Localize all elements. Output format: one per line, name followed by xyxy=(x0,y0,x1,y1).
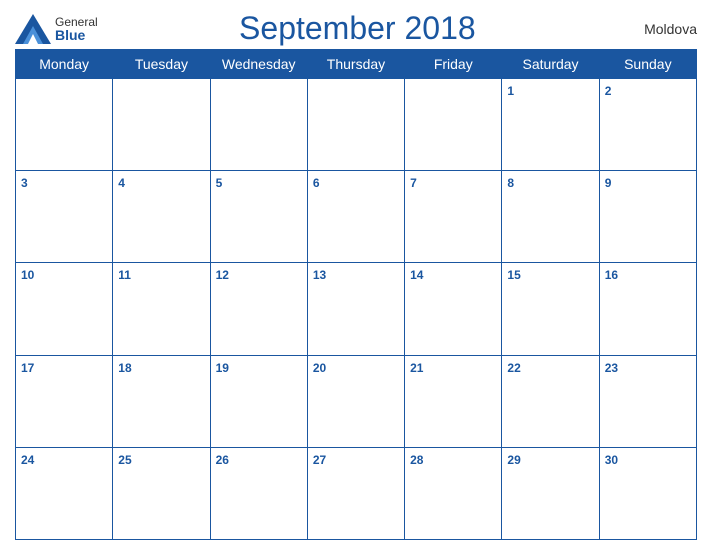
day-number: 7 xyxy=(410,176,417,190)
calendar-day-21: 21 xyxy=(405,355,502,447)
calendar-week-row: 10 11 12 13 14 15 16 xyxy=(16,263,697,355)
weekday-header-wednesday: Wednesday xyxy=(210,50,307,79)
calendar-week-row: 24 25 26 27 28 29 30 xyxy=(16,447,697,539)
calendar-day-9: 9 xyxy=(599,171,696,263)
day-number: 3 xyxy=(21,176,28,190)
day-number: 22 xyxy=(507,361,520,375)
calendar-day-30: 30 xyxy=(599,447,696,539)
day-number: 19 xyxy=(216,361,229,375)
day-number: 6 xyxy=(313,176,320,190)
weekday-header-saturday: Saturday xyxy=(502,50,599,79)
calendar-empty-cell xyxy=(405,79,502,171)
calendar-day-13: 13 xyxy=(307,263,404,355)
calendar-day-25: 25 xyxy=(113,447,210,539)
calendar-day-24: 24 xyxy=(16,447,113,539)
day-number: 8 xyxy=(507,176,514,190)
day-number: 24 xyxy=(21,453,34,467)
logo-general-label: General xyxy=(55,16,98,28)
weekday-header-monday: Monday xyxy=(16,50,113,79)
weekday-header-thursday: Thursday xyxy=(307,50,404,79)
calendar-week-row: 17 18 19 20 21 22 23 xyxy=(16,355,697,447)
day-number: 29 xyxy=(507,453,520,467)
calendar-week-row: 3 4 5 6 7 8 9 xyxy=(16,171,697,263)
day-number: 25 xyxy=(118,453,131,467)
weekday-header-tuesday: Tuesday xyxy=(113,50,210,79)
day-number: 12 xyxy=(216,268,229,282)
day-number: 28 xyxy=(410,453,423,467)
day-number: 16 xyxy=(605,268,618,282)
calendar-day-5: 5 xyxy=(210,171,307,263)
calendar-day-15: 15 xyxy=(502,263,599,355)
calendar-day-27: 27 xyxy=(307,447,404,539)
day-number: 10 xyxy=(21,268,34,282)
weekday-header-friday: Friday xyxy=(405,50,502,79)
generalblue-icon xyxy=(15,14,51,44)
calendar-day-29: 29 xyxy=(502,447,599,539)
country-label: Moldova xyxy=(617,21,697,37)
logo-blue-label: Blue xyxy=(55,28,98,42)
calendar-day-2: 2 xyxy=(599,79,696,171)
calendar-week-row: 12 xyxy=(16,79,697,171)
calendar-day-23: 23 xyxy=(599,355,696,447)
calendar-empty-cell xyxy=(210,79,307,171)
calendar-day-20: 20 xyxy=(307,355,404,447)
calendar-day-18: 18 xyxy=(113,355,210,447)
day-number: 1 xyxy=(507,84,514,98)
day-number: 27 xyxy=(313,453,326,467)
calendar-empty-cell xyxy=(16,79,113,171)
weekday-header-row: MondayTuesdayWednesdayThursdayFridaySatu… xyxy=(16,50,697,79)
day-number: 5 xyxy=(216,176,223,190)
day-number: 30 xyxy=(605,453,618,467)
calendar-day-6: 6 xyxy=(307,171,404,263)
logo: General Blue xyxy=(15,14,98,44)
day-number: 23 xyxy=(605,361,618,375)
calendar-day-7: 7 xyxy=(405,171,502,263)
calendar-day-26: 26 xyxy=(210,447,307,539)
calendar-empty-cell xyxy=(113,79,210,171)
day-number: 2 xyxy=(605,84,612,98)
day-number: 15 xyxy=(507,268,520,282)
day-number: 11 xyxy=(118,268,131,282)
day-number: 14 xyxy=(410,268,423,282)
weekday-header-sunday: Sunday xyxy=(599,50,696,79)
day-number: 18 xyxy=(118,361,131,375)
calendar-day-11: 11 xyxy=(113,263,210,355)
calendar-day-28: 28 xyxy=(405,447,502,539)
calendar-day-10: 10 xyxy=(16,263,113,355)
calendar-day-4: 4 xyxy=(113,171,210,263)
calendar-title: September 2018 xyxy=(98,10,617,47)
calendar-day-8: 8 xyxy=(502,171,599,263)
calendar-day-22: 22 xyxy=(502,355,599,447)
calendar-day-19: 19 xyxy=(210,355,307,447)
calendar-empty-cell xyxy=(307,79,404,171)
top-bar: General Blue September 2018 Moldova xyxy=(15,10,697,47)
day-number: 20 xyxy=(313,361,326,375)
calendar-day-16: 16 xyxy=(599,263,696,355)
day-number: 26 xyxy=(216,453,229,467)
calendar-day-12: 12 xyxy=(210,263,307,355)
day-number: 17 xyxy=(21,361,34,375)
calendar-day-14: 14 xyxy=(405,263,502,355)
logo-text: General Blue xyxy=(55,16,98,42)
calendar-day-3: 3 xyxy=(16,171,113,263)
day-number: 4 xyxy=(118,176,125,190)
day-number: 13 xyxy=(313,268,326,282)
day-number: 9 xyxy=(605,176,612,190)
day-number: 21 xyxy=(410,361,423,375)
calendar-day-17: 17 xyxy=(16,355,113,447)
calendar-day-1: 1 xyxy=(502,79,599,171)
calendar-table: MondayTuesdayWednesdayThursdayFridaySatu… xyxy=(15,49,697,540)
